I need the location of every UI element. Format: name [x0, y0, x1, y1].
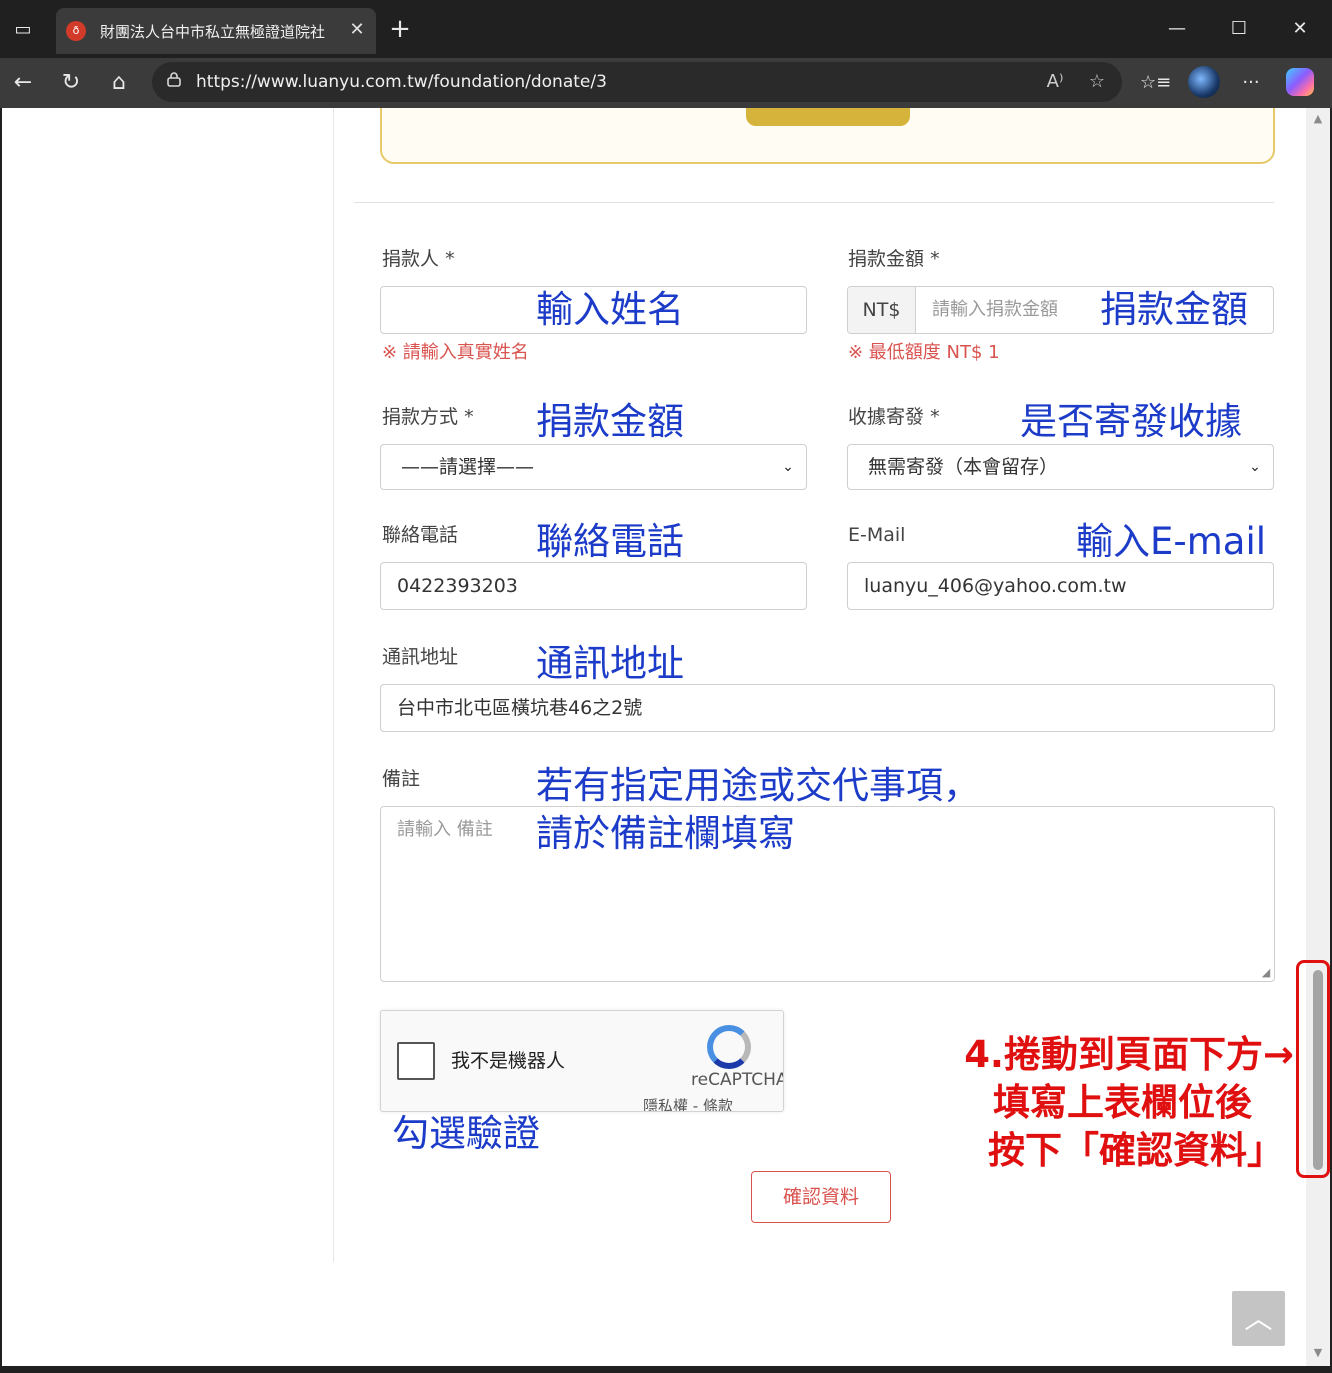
- address-bar[interactable]: https://www.luanyu.com.tw/foundation/don…: [152, 62, 1122, 102]
- method-select[interactable]: ——請選擇—— ⌄: [380, 444, 807, 490]
- annotation-receipt: 是否寄發收據: [1020, 400, 1242, 443]
- copilot-icon[interactable]: [1286, 68, 1314, 96]
- sidebar-divider: [333, 108, 334, 1262]
- annotation-method: 捐款金額: [536, 400, 684, 443]
- receipt-label: 收據寄發 *: [848, 404, 940, 430]
- site-favicon-icon: ð: [66, 21, 86, 41]
- tab-actions-icon[interactable]: ▭: [10, 18, 36, 42]
- browser-tab[interactable]: ð 財團法人台中市私立無極證道院社 ✕: [56, 8, 376, 54]
- receipt-label-text: 收據寄發: [848, 406, 925, 428]
- url-text[interactable]: https://www.luanyu.com.tw/foundation/don…: [196, 71, 1016, 93]
- favorite-star-icon[interactable]: ☆: [1084, 69, 1110, 95]
- window-close-icon[interactable]: ✕: [1283, 14, 1317, 44]
- amount-label: 捐款金額 *: [848, 246, 940, 272]
- annotation-step-line1: 4.捲動到頁面下方→: [964, 1033, 1294, 1076]
- amount-input[interactable]: 請輸入捐款金額: [932, 287, 1058, 333]
- recaptcha-checkbox[interactable]: [397, 1042, 435, 1080]
- profile-avatar[interactable]: [1188, 66, 1220, 98]
- scrollbar-highlight-box: [1296, 960, 1330, 1178]
- receipt-selected-value: 無需寄發（本會留存）: [868, 456, 1059, 478]
- remark-textarea[interactable]: 請輸入 備註 ◢: [380, 806, 1275, 982]
- address-label: 通訊地址: [382, 646, 459, 668]
- chevron-down-icon: ⌄: [1249, 459, 1261, 475]
- confirm-button[interactable]: 確認資料: [751, 1171, 891, 1223]
- annotation-amount: 捐款金額: [1100, 288, 1248, 331]
- annotation-step-line3: 按下「確認資料」: [988, 1129, 1284, 1172]
- back-to-top-button[interactable]: ︿: [1232, 1291, 1285, 1346]
- required-mark: *: [464, 406, 474, 428]
- address-input[interactable]: 台中市北屯區橫坑巷46之2號: [380, 684, 1275, 732]
- annotation-remark-line2: 請於備註欄填寫: [536, 812, 795, 855]
- more-menu-icon[interactable]: ···: [1236, 68, 1266, 98]
- remark-placeholder: 請輸入 備註: [397, 819, 493, 840]
- remark-label: 備註: [382, 768, 421, 790]
- donor-label: 捐款人 *: [382, 246, 455, 272]
- required-mark: *: [445, 248, 455, 270]
- window-maximize-icon[interactable]: ☐: [1222, 14, 1256, 44]
- window-minimize-icon[interactable]: —: [1160, 14, 1194, 44]
- reload-icon[interactable]: ↻: [56, 68, 86, 98]
- method-label-text: 捐款方式: [382, 406, 459, 428]
- browser-tab-bar: ▭ ð 財團法人台中市私立無極證道院社 ✕ + — ☐ ✕: [0, 0, 1332, 58]
- amount-hint: ※ 最低額度 NT$ 1: [848, 342, 1000, 363]
- phone-input[interactable]: 0422393203: [380, 562, 807, 610]
- method-selected-value: ——請選擇——: [401, 456, 535, 478]
- lock-icon[interactable]: [164, 71, 184, 93]
- resize-grip-icon[interactable]: ◢: [1260, 967, 1272, 979]
- annotation-email: 輸入E-mail: [1076, 520, 1267, 563]
- home-icon[interactable]: ⌂: [104, 68, 134, 98]
- annotation-step-line2: 填寫上表欄位後: [993, 1081, 1252, 1124]
- scroll-down-arrow-icon[interactable]: ▼: [1306, 1344, 1330, 1362]
- page-viewport: 捐款人 * ※ 請輸入真實姓名 捐款金額 * NT$ 請輸入捐款金額 ※ 最低額…: [2, 108, 1306, 1366]
- recaptcha-brand: reCAPTCHA: [691, 1070, 784, 1090]
- chevron-down-icon: ⌄: [782, 459, 794, 475]
- amount-label-text: 捐款金額: [848, 248, 925, 270]
- tab-title: 財團法人台中市私立無極證道院社: [100, 23, 326, 41]
- recaptcha-logo-icon: [707, 1025, 751, 1069]
- back-arrow-icon[interactable]: ←: [8, 68, 38, 98]
- annotation-phone: 聯絡電話: [536, 520, 684, 563]
- read-aloud-icon[interactable]: A⁾: [1042, 69, 1068, 95]
- recaptcha-terms-link[interactable]: 隱私權 - 條款: [643, 1095, 733, 1111]
- method-label: 捐款方式 *: [382, 404, 474, 430]
- required-mark: *: [930, 406, 940, 428]
- annotation-remark-line1: 若有指定用途或交代事項，: [536, 764, 980, 807]
- donor-hint: ※ 請輸入真實姓名: [382, 342, 529, 363]
- donation-amount-panel: [380, 108, 1275, 164]
- required-mark: *: [930, 248, 940, 270]
- annotation-donor-name: 輸入姓名: [536, 288, 684, 331]
- phone-label: 聯絡電話: [382, 524, 459, 546]
- recaptcha-label: 我不是機器人: [451, 1050, 566, 1072]
- email-label: E-Mail: [848, 524, 906, 546]
- panel-action-button[interactable]: [746, 108, 910, 126]
- currency-prefix: NT$: [848, 287, 916, 333]
- tab-close-icon[interactable]: ✕: [346, 18, 368, 42]
- chevron-up-icon: ︿: [1244, 1302, 1273, 1335]
- annotation-captcha: 勾選驗證: [392, 1112, 540, 1155]
- window-bottom-edge: [0, 1366, 1332, 1373]
- scroll-up-arrow-icon[interactable]: ▲: [1306, 110, 1330, 128]
- recaptcha-widget: 我不是機器人 reCAPTCHA 隱私權 - 條款: [380, 1010, 784, 1112]
- email-input[interactable]: luanyu_406@yahoo.com.tw: [847, 562, 1274, 610]
- section-divider: [354, 202, 1274, 203]
- receipt-select[interactable]: 無需寄發（本會留存） ⌄: [847, 444, 1274, 490]
- favorites-list-icon[interactable]: ☆≡: [1140, 68, 1171, 98]
- annotation-address: 通訊地址: [536, 642, 684, 685]
- new-tab-icon[interactable]: +: [386, 16, 414, 44]
- donor-label-text: 捐款人: [382, 248, 440, 270]
- browser-toolbar: ← ↻ ⌂ https://www.luanyu.com.tw/foundati…: [0, 58, 1332, 108]
